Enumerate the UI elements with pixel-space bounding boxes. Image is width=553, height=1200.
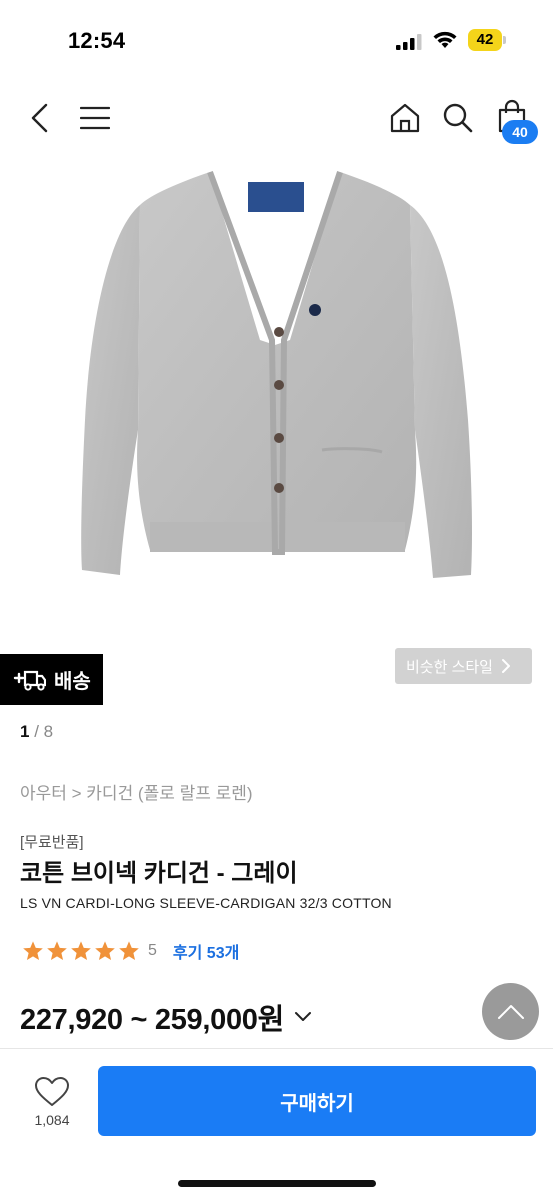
free-return-tag: [무료반품] (20, 834, 84, 851)
hamburger-icon[interactable] (80, 106, 110, 130)
search-icon[interactable] (442, 102, 474, 134)
chevron-down-icon (295, 1012, 311, 1021)
reviews-link[interactable]: 후기 53개 (173, 939, 239, 963)
star-icon (47, 941, 67, 960)
footer-divider (0, 1048, 553, 1049)
delivery-badge: 배송 (0, 654, 103, 705)
star-icon (23, 941, 43, 960)
status-bar: 12:54 42 (0, 0, 553, 84)
home-icon[interactable] (389, 102, 421, 134)
buy-button[interactable]: 구매하기 (98, 1066, 536, 1136)
star-icon (119, 941, 139, 960)
similar-style-label: 비슷한 스타일 (406, 658, 493, 676)
wishlist-button[interactable]: 1,084 (24, 1072, 80, 1132)
product-subtitle: LS VN CARDI-LONG SLEEVE-CARDIGAN 32/3 CO… (20, 895, 392, 911)
product-image[interactable] (60, 160, 493, 600)
star-icon (71, 941, 91, 960)
price-row[interactable]: 227,920 ~ 259,000원 (20, 996, 312, 1038)
chevron-left-icon[interactable] (28, 102, 52, 134)
cart-count-badge: 40 (502, 120, 538, 144)
pager-separator: / (29, 722, 44, 741)
product-title: 코튼 브이넥 카디건 - 그레이 (20, 860, 298, 887)
scroll-to-top-button[interactable] (482, 983, 539, 1040)
star-icon (95, 941, 115, 960)
heart-icon (35, 1077, 69, 1106)
chevron-right-icon (501, 659, 510, 673)
delivery-label: 배송 (54, 671, 91, 693)
chevron-up-icon (497, 1004, 524, 1019)
breadcrumb[interactable]: 아우터 > 카디건 (폴로 랄프 로렌) (20, 779, 253, 804)
rating-row: 5 후기 53개 (22, 938, 239, 964)
home-indicator (178, 1180, 376, 1187)
delivery-truck-icon (13, 670, 46, 691)
wifi-icon (433, 31, 457, 48)
price: 227,920 ~ 259,000원 (20, 1004, 284, 1036)
battery-level: 42 (476, 31, 494, 48)
wishlist-count: 1,084 (34, 1112, 70, 1128)
star-rating (22, 940, 140, 962)
cellular-signal-icon (396, 34, 422, 50)
similar-style-button[interactable]: 비슷한 스타일 (395, 648, 532, 684)
status-time: 12:54 (68, 28, 126, 53)
rating-score: 5 (148, 942, 157, 959)
top-nav (0, 90, 553, 150)
pager-total: 8 (43, 722, 54, 741)
battery-indicator: 42 (468, 29, 506, 51)
image-pager: 1 / 8 (20, 722, 53, 742)
